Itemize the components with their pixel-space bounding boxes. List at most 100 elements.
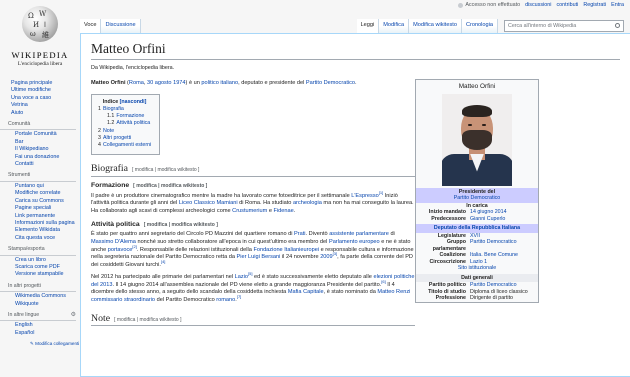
sidebar-item-permalink[interactable]: Link permanente xyxy=(15,213,80,220)
toc-number: 4 xyxy=(98,141,101,148)
link-mafia-capitale[interactable]: Mafia Capitale xyxy=(288,289,324,295)
photo-eye xyxy=(468,123,472,126)
search-icon[interactable] xyxy=(615,23,620,28)
discussions-link[interactable]: discussioni xyxy=(525,2,551,8)
link-espresso[interactable]: L'Espresso xyxy=(351,193,379,199)
wikipedia-logo[interactable]: Ω W И ا ω 維 WIKIPEDIA L'enciclopedia lib… xyxy=(6,6,74,67)
sidebar-item-contacts[interactable]: Contatti xyxy=(15,161,80,168)
infobox-value-link[interactable]: Gianni Cuperlo xyxy=(470,216,536,223)
link-sito-istituzionale[interactable]: Sito istituzionale xyxy=(458,265,496,271)
infobox-key: Professione xyxy=(435,295,466,301)
tab-voce[interactable]: Voce xyxy=(80,19,102,33)
tab-modifica-label[interactable]: Modifica xyxy=(383,22,404,28)
toc-link[interactable]: Attività politica xyxy=(116,120,150,126)
edit-section-link[interactable]: [ modifica | modifica wikitesto ] xyxy=(114,317,181,323)
link-lazio[interactable]: Lazio xyxy=(235,274,248,280)
link-partito-democratico[interactable]: Partito Democratico xyxy=(306,80,355,86)
link-parlamento-europeo[interactable]: Parlamento europeo xyxy=(329,239,380,245)
toc-item[interactable]: 1 Biografia xyxy=(98,106,151,113)
link-liceo-mamiani[interactable]: Liceo Classico Mamiani xyxy=(179,200,238,206)
sidebar-item-commons[interactable]: Wikimedia Commons xyxy=(15,293,80,300)
tab-discussione-label[interactable]: Discussione xyxy=(105,22,135,28)
infobox-band-deputato: Deputato della Repubblica Italiana xyxy=(416,224,538,233)
sidebar-item-lang-espanol[interactable]: Español xyxy=(15,330,80,337)
sidebar-item-printable[interactable]: Versione stampabile xyxy=(15,271,80,278)
search-input[interactable]: Cerca all'interno di Wikipedia xyxy=(504,20,624,32)
sidebar-item-random[interactable]: Una voce a caso xyxy=(11,95,80,102)
sidebar-tools: Puntano qui Modifiche correlate Carica s… xyxy=(0,183,80,242)
link-2009[interactable]: 2009 xyxy=(320,254,332,260)
contributions-link[interactable]: contributi xyxy=(556,2,578,8)
sidebar-item-lang-english[interactable]: English xyxy=(15,322,80,329)
sidebar-item-recent-changes[interactable]: Ultime modifiche xyxy=(11,87,80,94)
toc-item[interactable]: 3 Altri progetti xyxy=(98,135,151,142)
portrait-photo[interactable] xyxy=(442,93,512,186)
reference-link[interactable]: [7] xyxy=(237,294,241,299)
tab-cronologia[interactable]: Cronologia xyxy=(461,19,498,33)
sidebar-item-donate[interactable]: Fai una donazione xyxy=(15,154,80,161)
sidebar-item-main-page[interactable]: Pagina principale xyxy=(11,80,80,87)
tab-leggi-label[interactable]: Leggi xyxy=(361,22,375,28)
tab-voce-label[interactable]: Voce xyxy=(84,22,96,28)
toc-link[interactable]: Altri progetti xyxy=(103,135,131,141)
tab-cronologia-label[interactable]: Cronologia xyxy=(466,22,493,28)
toc-hide-link[interactable]: [nascondi] xyxy=(120,99,147,105)
link-assistente[interactable]: assistente parlamentare xyxy=(329,231,389,237)
link-commissario[interactable]: commissario straordinario xyxy=(91,297,155,303)
sidebar-item-whatlinkshere[interactable]: Puntano qui xyxy=(15,183,80,190)
tab-leggi[interactable]: Leggi xyxy=(356,19,380,33)
sidebar-item-wikidata[interactable]: Elemento Wikidata xyxy=(15,227,80,234)
link-birth-date[interactable]: 30 agosto 1974 xyxy=(147,80,186,86)
toc-item[interactable]: 1.2 Attività politica xyxy=(98,120,151,127)
link-fidenae[interactable]: Fidenae xyxy=(274,208,294,214)
edit-links[interactable]: ✎ Modifica collegamenti xyxy=(0,341,80,346)
sidebar-item-special-pages[interactable]: Pagine speciali xyxy=(15,205,80,212)
sidebar-item-upload-commons[interactable]: Carica su Commons xyxy=(15,198,80,205)
sidebar-item-wikipediano[interactable]: Il Wikipediano xyxy=(15,146,80,153)
toc-item[interactable]: 4 Collegamenti esterni xyxy=(98,142,151,149)
link-crustumerium[interactable]: Crustumerium xyxy=(232,208,267,214)
link-prati[interactable]: Prati xyxy=(294,231,306,237)
register-link[interactable]: Registrati xyxy=(583,2,606,8)
link-fondazione[interactable]: Fondazione Italianieuropei xyxy=(253,247,319,253)
toc-item[interactable]: 2 Note xyxy=(98,128,151,135)
link-partito-democratico[interactable]: Partito Democratico xyxy=(454,195,501,201)
link-politico-italiano[interactable]: politico italiano xyxy=(201,80,238,86)
sidebar-item-community-portal[interactable]: Portale Comunità xyxy=(15,131,80,138)
toc-item[interactable]: 1.1 Formazione xyxy=(98,113,151,120)
link-renzi[interactable]: Matteo Renzi xyxy=(377,289,410,295)
toc-link[interactable]: Formazione xyxy=(116,113,144,119)
link-archeologia[interactable]: archeologia xyxy=(293,200,322,206)
link-deputato[interactable]: Deputato della Repubblica Italiana xyxy=(434,225,520,231)
sidebar-item-download-pdf[interactable]: Scarica come PDF xyxy=(15,264,80,271)
logo-tagline: L'enciclopedia libera xyxy=(17,61,63,67)
infobox-value-link[interactable]: Partito Democratico xyxy=(470,239,536,252)
sidebar-item-cite[interactable]: Cita questa voce xyxy=(15,235,80,242)
link-romano[interactable]: romano xyxy=(216,297,235,303)
toc-link[interactable]: Note xyxy=(103,128,114,134)
edit-section-link[interactable]: [ modifica | modifica wikitesto ] xyxy=(133,183,207,189)
sidebar-item-bar[interactable]: Bar xyxy=(15,139,80,146)
toc-link[interactable]: Biografia xyxy=(103,106,124,112)
sidebar-item-create-book[interactable]: Crea un libro xyxy=(15,257,80,264)
gear-icon[interactable]: ⚙ xyxy=(71,312,76,319)
tab-modifica-wikitesto-label[interactable]: Modifica wikitesto xyxy=(413,22,457,28)
link-bersani[interactable]: Pier Luigi Bersani xyxy=(237,254,281,260)
link-dalema[interactable]: Massimo D'Alema xyxy=(91,239,136,245)
login-link[interactable]: Entra xyxy=(611,2,624,8)
sidebar-item-wikiquote[interactable]: Wikiquote xyxy=(15,301,80,308)
reference-link[interactable]: [4] xyxy=(161,259,165,264)
link-portavoce[interactable]: portavoce xyxy=(108,247,133,253)
toc-link[interactable]: Collegamenti esterni xyxy=(103,142,151,148)
sidebar-item-page-info[interactable]: Informazioni sulla pagina xyxy=(15,220,80,227)
sidebar-item-related-changes[interactable]: Modifiche correlate xyxy=(15,190,80,197)
sidebar-item-featured[interactable]: Vetrina xyxy=(11,102,80,109)
tab-discussione[interactable]: Discussione xyxy=(101,19,141,33)
edit-section-link[interactable]: [ modifica | modifica wikitesto ] xyxy=(144,222,218,228)
edit-section-link[interactable]: [ modifica | modifica wikitesto ] xyxy=(132,167,199,173)
tab-modifica-wikitesto[interactable]: Modifica wikitesto xyxy=(409,19,462,33)
sidebar-main: Pagina principale Ultime modifiche Una v… xyxy=(0,80,80,117)
tab-modifica[interactable]: Modifica xyxy=(379,19,410,33)
link-roma[interactable]: Roma xyxy=(129,80,144,86)
sidebar-item-help[interactable]: Aiuto xyxy=(11,110,80,117)
